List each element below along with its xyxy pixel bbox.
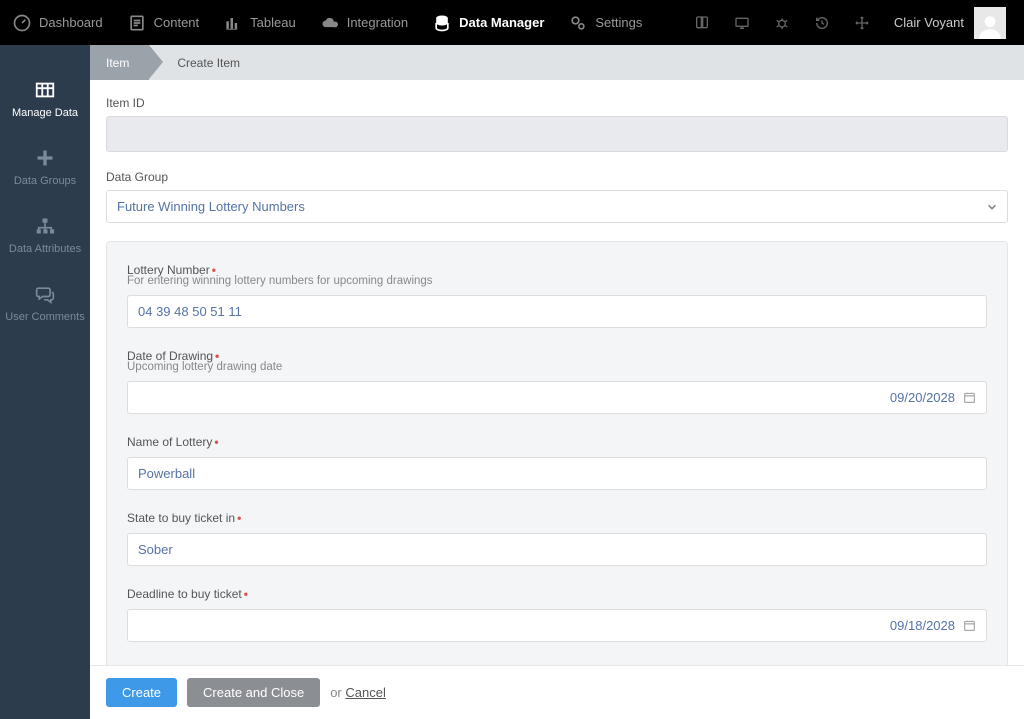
user-menu[interactable]: Clair Voyant xyxy=(882,7,1014,39)
nav-data-manager-label: Data Manager xyxy=(459,15,544,30)
create-and-close-button[interactable]: Create and Close xyxy=(187,678,320,707)
bug-icon xyxy=(774,15,790,31)
lottery-number-help: For entering winning lottery numbers for… xyxy=(127,275,987,287)
sidebar-item-data-attributes[interactable]: Data Attributes xyxy=(0,201,90,269)
field-item-id: Item ID xyxy=(106,96,1008,152)
data-group-select[interactable]: Future Winning Lottery Numbers xyxy=(106,190,1008,223)
field-lottery-name: Name of Lottery• Powerball xyxy=(127,434,987,490)
cloud-icon xyxy=(320,13,340,33)
database-icon xyxy=(432,13,452,33)
date-drawing-input[interactable]: 09/20/2028 xyxy=(127,381,987,414)
nav-settings-label: Settings xyxy=(595,15,642,30)
cancel-group: or Cancel xyxy=(330,685,386,700)
avatar xyxy=(974,7,1006,39)
tool-bug[interactable] xyxy=(762,0,802,45)
breadcrumb-current-label: Create Item xyxy=(177,56,240,70)
sidebar-item-label: Manage Data xyxy=(12,107,78,119)
tool-history[interactable] xyxy=(802,0,842,45)
deadline-value: 09/18/2028 xyxy=(890,618,955,633)
field-data-group: Data Group Future Winning Lottery Number… xyxy=(106,170,1008,223)
data-group-label: Data Group xyxy=(106,170,1008,184)
field-deadline: Deadline to buy ticket• 09/18/2028 xyxy=(127,586,987,642)
create-button[interactable]: Create xyxy=(106,678,177,707)
nav-dashboard[interactable]: Dashboard xyxy=(0,0,115,45)
document-icon xyxy=(127,13,147,33)
chevron-down-icon xyxy=(987,202,997,212)
sidebar-item-manage-data[interactable]: Manage Data xyxy=(0,65,90,133)
calendar-icon xyxy=(963,619,976,632)
nav-content-label: Content xyxy=(154,15,200,30)
tool-move[interactable] xyxy=(842,0,882,45)
monitor-icon xyxy=(734,15,750,31)
sidebar-item-label: User Comments xyxy=(5,311,84,323)
lottery-name-input[interactable]: Powerball xyxy=(127,457,987,490)
sidebar-item-data-groups[interactable]: Data Groups xyxy=(0,133,90,201)
field-lottery-number: Lottery Number• For entering winning lot… xyxy=(127,262,987,328)
move-icon xyxy=(854,15,870,31)
nav-integration[interactable]: Integration xyxy=(308,0,420,45)
deadline-label: Deadline to buy ticket• xyxy=(127,587,248,601)
item-id-input xyxy=(106,116,1008,152)
form-footer: Create Create and Close or Cancel xyxy=(90,665,1024,719)
nav-tableau[interactable]: Tableau xyxy=(211,0,308,45)
nav-tableau-label: Tableau xyxy=(250,15,296,30)
state-input[interactable]: Sober xyxy=(127,533,987,566)
attributes-panel[interactable]: Lottery Number• For entering winning lot… xyxy=(106,241,1008,665)
calendar-icon xyxy=(963,391,976,404)
breadcrumb-root[interactable]: Item xyxy=(90,45,149,80)
breadcrumb-current: Create Item xyxy=(149,45,256,80)
bar-chart-icon xyxy=(223,13,243,33)
item-id-label: Item ID xyxy=(106,96,1008,110)
or-label: or xyxy=(330,685,342,700)
tool-monitor[interactable] xyxy=(722,0,762,45)
date-drawing-value: 09/20/2028 xyxy=(890,390,955,405)
nav-data-manager[interactable]: Data Manager xyxy=(420,0,556,45)
lottery-name-label: Name of Lottery• xyxy=(127,435,219,449)
state-label: State to buy ticket in• xyxy=(127,511,241,525)
history-icon xyxy=(814,15,830,31)
breadcrumb: Item Create Item xyxy=(90,45,1024,80)
lottery-number-input[interactable]: 04 39 48 50 51 11 xyxy=(127,295,987,328)
breadcrumb-root-label: Item xyxy=(106,56,129,70)
field-date-drawing: Date of Drawing• Upcoming lottery drawin… xyxy=(127,348,987,414)
nav-content[interactable]: Content xyxy=(115,0,212,45)
winnings-label: Amount of Winnings• xyxy=(127,663,241,665)
content-area: Item Create Item Item ID Data Group Futu… xyxy=(90,45,1024,719)
nav-integration-label: Integration xyxy=(347,15,408,30)
date-drawing-help: Upcoming lottery drawing date xyxy=(127,361,987,373)
data-group-value: Future Winning Lottery Numbers xyxy=(117,199,305,214)
gauge-icon xyxy=(12,13,32,33)
nav-dashboard-label: Dashboard xyxy=(39,15,103,30)
comments-icon xyxy=(34,283,56,305)
field-winnings: Amount of Winnings• 4000000 ▲ ▼ xyxy=(127,662,987,665)
sidebar-item-user-comments[interactable]: User Comments xyxy=(0,269,90,337)
book-icon xyxy=(694,15,710,31)
sidebar-item-label: Data Attributes xyxy=(9,243,81,255)
table-icon xyxy=(34,79,56,101)
sidebar: Manage Data Data Groups Data Attributes … xyxy=(0,45,90,719)
tool-book[interactable] xyxy=(682,0,722,45)
user-name-label: Clair Voyant xyxy=(894,15,964,30)
deadline-input[interactable]: 09/18/2028 xyxy=(127,609,987,642)
plus-icon xyxy=(34,147,56,169)
field-state: State to buy ticket in• Sober xyxy=(127,510,987,566)
sidebar-item-label: Data Groups xyxy=(14,175,76,187)
gears-icon xyxy=(568,13,588,33)
nav-settings[interactable]: Settings xyxy=(556,0,654,45)
form-area: Item ID Data Group Future Winning Lotter… xyxy=(90,80,1024,665)
top-nav: Dashboard Content Tableau Integration Da… xyxy=(0,0,1024,45)
cancel-link[interactable]: Cancel xyxy=(345,685,385,700)
sitemap-icon xyxy=(34,215,56,237)
